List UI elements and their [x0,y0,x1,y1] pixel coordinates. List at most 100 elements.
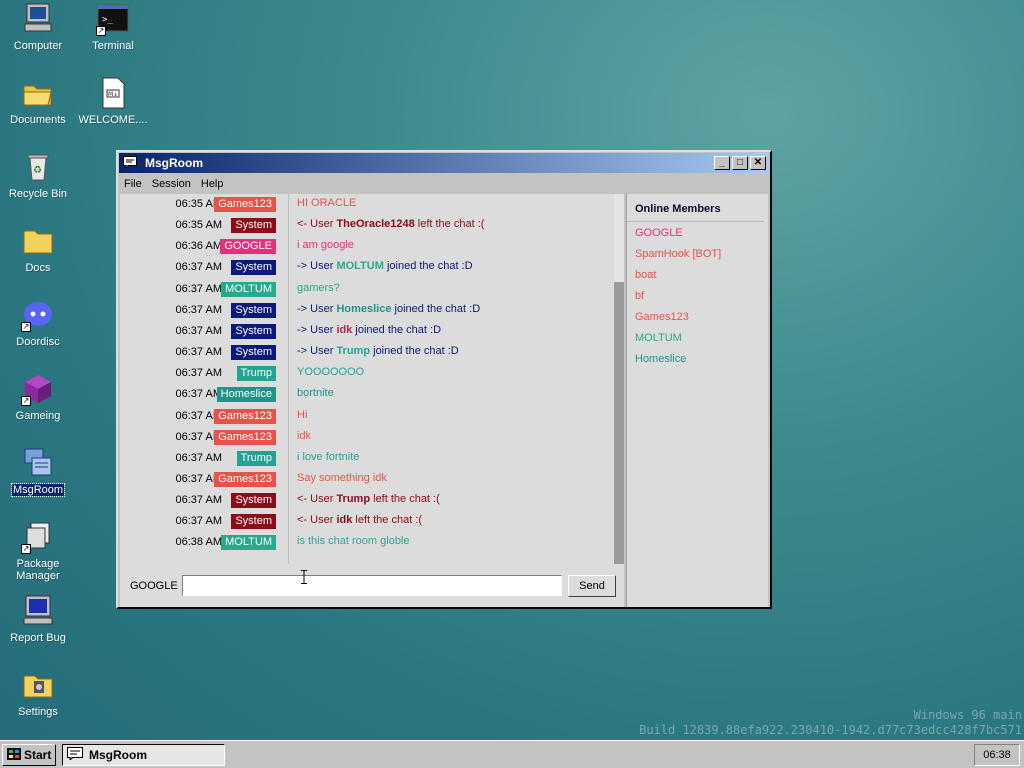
message-user-badge[interactable]: System [231,345,276,361]
desktop-icon-msgroom[interactable]: MsgRoom [1,446,75,497]
desktop-icon-terminal[interactable]: >_ ↗ Terminal [76,2,150,52]
desktop-icon-welcome[interactable]: M↓ WELCOME.... [76,76,150,126]
message-row: 06:36 AM GOOGLE i am google [120,236,614,257]
desktop-icon-label: Terminal [92,40,134,52]
message-user-badge[interactable]: Trump [236,366,276,382]
menu-help[interactable]: Help [201,178,224,190]
message-user-badge[interactable]: Games123 [214,471,276,487]
message-username-bold: Trump [336,493,371,506]
message-text: <- User Trump left the chat :( [297,493,440,505]
svg-text:M↓: M↓ [108,91,118,98]
message-row: 06:35 AM Games123 HI ORACLE [120,194,614,215]
message-time: 06:36 AM [175,240,222,253]
message-time: 06:37 AM [175,494,222,507]
online-members-panel: Online Members GOOGLE SpamHook [BOT] boat b… [626,194,768,607]
version-watermark-line2: Build 12839.88efa922.230410-1942.d77c73e… [639,723,1022,737]
desktop-icon-label: Gameing [15,410,61,422]
window-titlebar[interactable]: MsgRoom _ □ ✕ [119,153,769,173]
member-item[interactable]: GOOGLE [627,222,768,243]
desktop-icon-report-bug[interactable]: Report Bug [1,594,75,644]
send-button[interactable]: Send [568,575,616,597]
desktop-icon-documents[interactable]: Documents [1,76,75,126]
doordisc-icon: ↗ [21,298,55,332]
message-input[interactable] [182,575,562,596]
member-item[interactable]: bf [627,285,768,306]
settings-icon [21,668,55,702]
message-username-bold: MOLTUM [336,260,384,273]
message-user-badge[interactable]: MOLTUM [221,281,276,297]
message-user-badge[interactable]: GOOGLE [220,239,276,255]
desktop-icon-label: Settings [18,706,58,718]
message-user-badge[interactable]: System [231,302,276,318]
menu-file[interactable]: File [124,178,142,190]
message-text: Say something idk [297,472,387,484]
member-item[interactable]: boat [627,264,768,285]
message-text: -> User Trump joined the chat :D [297,345,459,357]
message-username-bold: Homeslice [336,302,392,315]
message-time: 06:38 AM [175,536,222,549]
minimize-button[interactable]: _ [714,156,730,170]
start-label: Start [24,748,52,762]
message-user-badge[interactable]: MOLTUM [221,535,276,551]
desktop-icon-settings[interactable]: Settings [1,668,75,718]
taskbar-clock: 06:38 [974,744,1020,766]
desktop-icon-label: Computer [13,40,63,52]
message-text-pre: -> User [297,260,337,273]
message-user-badge[interactable]: Homeslice [216,387,276,403]
current-nickname[interactable]: GOOGLE [130,580,178,592]
taskbar-item-msgroom[interactable]: MsgRoom [62,744,225,766]
message-row: 06:37 AM Trump YOOOOOOO [120,363,614,384]
terminal-icon: >_ ↗ [96,2,130,36]
report-bug-icon [21,594,55,628]
message-user-badge[interactable]: Games123 [214,197,276,212]
message-user-badge[interactable]: System [231,493,276,509]
message-time: 06:37 AM [175,303,222,316]
scrollbar-thumb[interactable] [614,282,624,564]
menu-session[interactable]: Session [152,178,191,190]
cube-icon: ↗ [21,372,55,406]
message-time: 06:37 AM [175,261,222,274]
message-user-badge[interactable]: Trump [236,450,276,466]
message-user-badge[interactable]: System [231,260,276,276]
close-button[interactable]: ✕ [750,156,766,170]
shortcut-arrow-icon: ↗ [21,544,31,554]
message-user-badge[interactable]: System [231,218,276,234]
message-text: i am google [297,239,354,251]
desktop-icon-recycle-bin[interactable]: ♻ Recycle Bin [1,150,75,200]
member-item[interactable]: SpamHook [BOT] [627,243,768,264]
msgroom-window[interactable]: MsgRoom _ □ ✕ File Session Help 06:35 AM… [116,150,772,609]
desktop-icon-computer[interactable]: Computer [1,2,75,52]
message-row: 06:37 AM Homeslice bortnite [120,384,614,405]
message-user-badge[interactable]: System [231,514,276,530]
message-text-pre: Say something idk [297,471,387,484]
message-text-pre: -> User [297,323,337,336]
shortcut-arrow-icon: ↗ [96,26,106,36]
maximize-button[interactable]: □ [732,156,748,170]
desktop-icon-docs[interactable]: Docs [1,224,75,274]
message-text-post: left the chat :( [370,493,440,506]
desktop-icon-doordisc[interactable]: ↗ Doordisc [1,298,75,348]
msgroom-title-icon [123,155,137,171]
folder-open-icon [21,76,55,110]
message-text-pre: Hi [297,408,308,421]
start-button[interactable]: Start [2,744,56,766]
member-item[interactable]: MOLTUM [627,327,768,348]
chat-log[interactable]: 06:35 AM Games123 HI ORACLE 06:35 AM System <… [120,194,624,564]
message-user-badge[interactable]: Games123 [214,429,276,445]
member-item[interactable]: Homeslice [627,348,768,369]
desktop-icon-gameing[interactable]: ↗ Gameing [1,372,75,422]
desktop-icon-package-manager[interactable]: ↗ Package Manager [1,520,75,582]
message-text: -> User MOLTUM joined the chat :D [297,260,473,272]
message-username-bold: idk [336,514,353,527]
message-user-badge[interactable]: Games123 [214,408,276,424]
message-user-badge[interactable]: System [231,323,276,339]
message-text-pre: HI ORACLE [297,197,357,209]
message-text: bortnite [297,387,334,399]
chat-scrollbar[interactable] [614,194,624,564]
message-text-pre: gamers? [297,281,340,294]
message-text-pre: <- User [297,218,337,231]
desktop-icon-label: WELCOME.... [78,114,148,126]
member-item[interactable]: Games123 [627,306,768,327]
desktop-icon-label: Package Manager [16,558,60,582]
markdown-file-icon: M↓ [96,76,130,110]
